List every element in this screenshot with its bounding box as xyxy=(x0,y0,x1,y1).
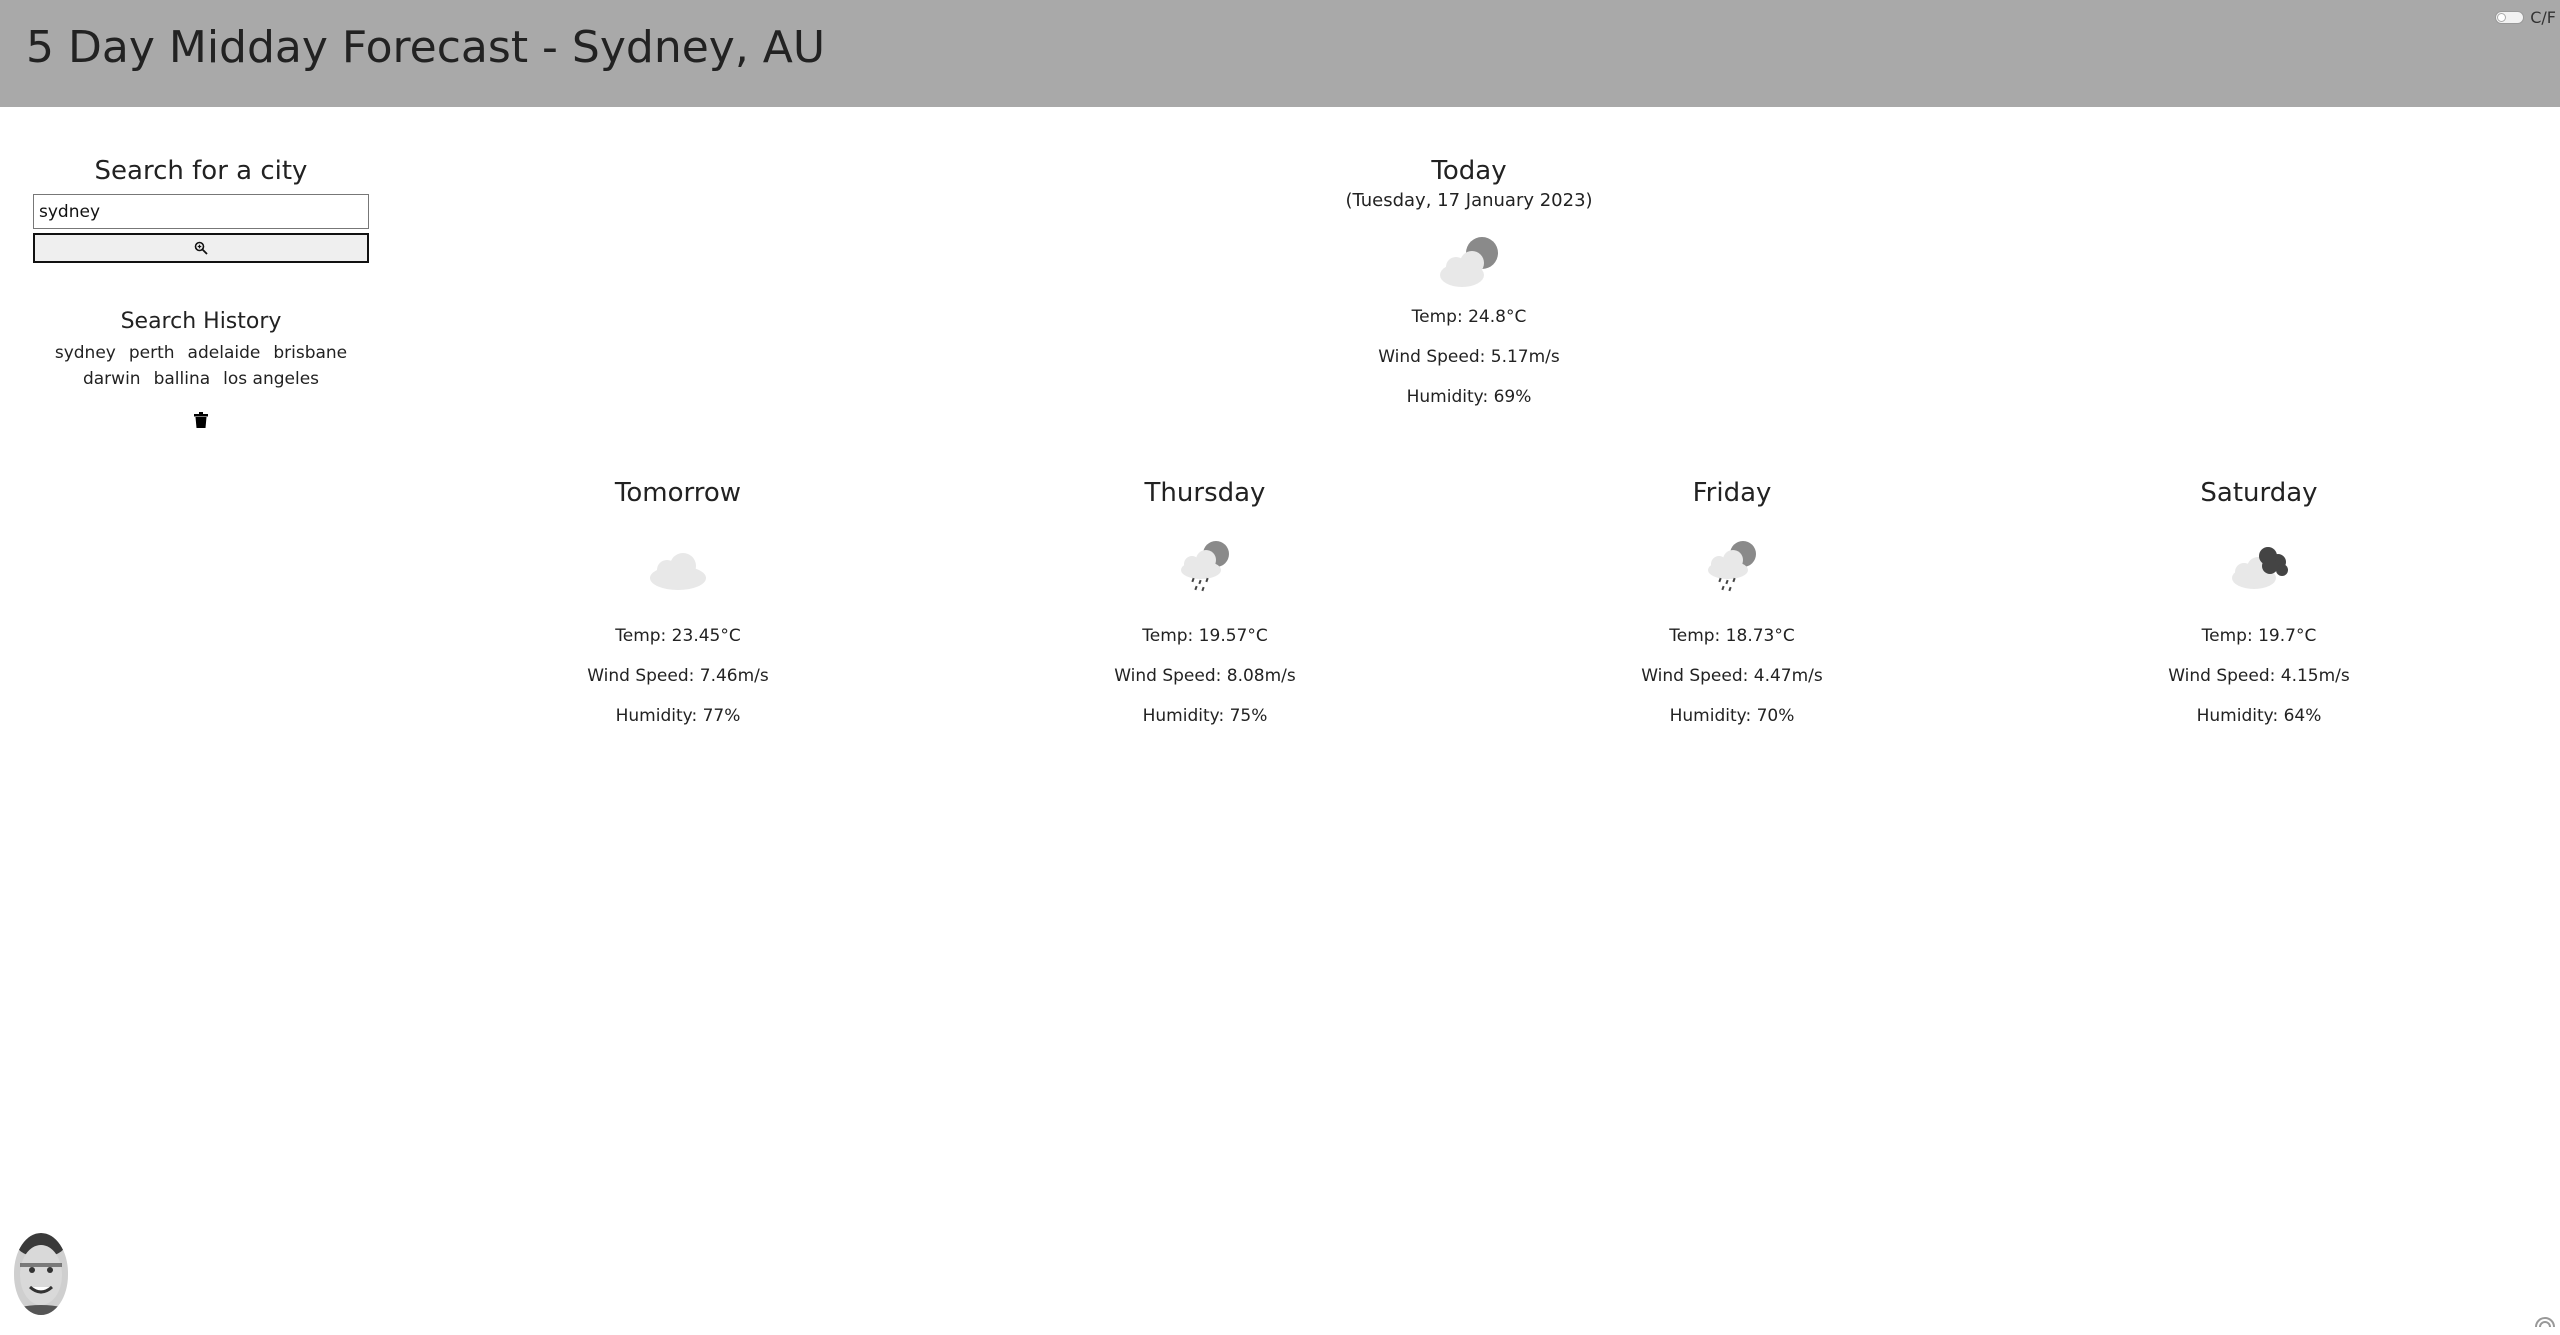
history-item-perth[interactable]: perth xyxy=(129,342,175,364)
history-item-sydney[interactable]: sydney xyxy=(55,342,116,364)
unit-toggle[interactable]: C/F xyxy=(2495,8,2556,27)
cloud-icon xyxy=(641,534,715,594)
search-button[interactable] xyxy=(33,233,369,263)
forecast-temp: Temp: 18.73°C xyxy=(1669,626,1795,646)
today-date: (Tuesday, 17 January 2023) xyxy=(1345,190,1593,211)
forecast-humidity: Humidity: 64% xyxy=(2196,706,2322,726)
forecast-card-saturday: Saturday Temp: 19.7°C Wind Speed: 4.15m/… xyxy=(2079,472,2439,736)
history-item-brisbane[interactable]: brisbane xyxy=(273,342,347,364)
history-item-darwin[interactable]: darwin xyxy=(83,368,141,390)
magnifier-icon xyxy=(194,241,208,255)
page-title: 5 Day Midday Forecast - Sydney, AU xyxy=(26,22,826,73)
forecast-day-label: Tomorrow xyxy=(614,478,742,508)
forecast-card-friday: Friday Temp: 18.73°C Wind Speed: 4.47m/s… xyxy=(1552,472,1912,736)
rainbow-icon[interactable] xyxy=(2534,1312,2556,1331)
cloud-moon-rain-icon xyxy=(1168,534,1242,594)
forecast-humidity: Humidity: 70% xyxy=(1669,706,1795,726)
today-wind: Wind Speed: 5.17m/s xyxy=(1378,347,1560,367)
avatar[interactable] xyxy=(14,1233,68,1315)
unit-toggle-switch[interactable] xyxy=(2495,11,2525,24)
forecast-wind: Wind Speed: 7.46m/s xyxy=(587,666,769,686)
forecast-temp: Temp: 23.45°C xyxy=(615,626,741,646)
history-item-adelaide[interactable]: adelaide xyxy=(188,342,261,364)
today-temp: Temp: 24.8°C xyxy=(1411,307,1527,327)
toggle-knob xyxy=(2497,13,2507,22)
cloud-moon-rain-icon xyxy=(1695,534,1769,594)
search-history-list: sydney perth adelaide brisbane darwin ba… xyxy=(32,342,370,390)
today-humidity: Humidity: 69% xyxy=(1406,387,1532,407)
forecast-day-label: Friday xyxy=(1692,478,1772,508)
forecast-wind: Wind Speed: 8.08m/s xyxy=(1114,666,1296,686)
forecast-humidity: Humidity: 75% xyxy=(1142,706,1268,726)
history-heading: Search History xyxy=(120,309,282,334)
forecast-humidity: Humidity: 77% xyxy=(615,706,741,726)
forecast-card-tomorrow: Tomorrow Temp: 23.45°C Wind Speed: 7.46m… xyxy=(498,472,858,736)
forecast-day-label: Thursday xyxy=(1144,478,1266,508)
forecast-card-thursday: Thursday Temp: 19.57°C Wind Speed: 8.08m… xyxy=(1025,472,1385,736)
search-heading: Search for a city xyxy=(94,156,308,186)
forecast-temp: Temp: 19.7°C xyxy=(2201,626,2317,646)
today-card: Today (Tuesday, 17 January 2023) Temp: 2… xyxy=(1269,150,1669,417)
forecast-temp: Temp: 19.57°C xyxy=(1142,626,1268,646)
today-label: Today xyxy=(1431,156,1507,186)
forecast-day-label: Saturday xyxy=(2200,478,2318,508)
clear-history-button[interactable] xyxy=(189,408,213,432)
trash-icon xyxy=(194,412,208,428)
city-search-input[interactable] xyxy=(33,194,369,229)
search-sidebar: Search for a city Search History sydney … xyxy=(32,150,370,432)
unit-toggle-label: C/F xyxy=(2530,8,2556,27)
broken-clouds-icon xyxy=(2222,534,2296,594)
forecast-wind: Wind Speed: 4.47m/s xyxy=(1641,666,1823,686)
history-item-los-angeles[interactable]: los angeles xyxy=(223,368,319,390)
history-item-ballina[interactable]: ballina xyxy=(154,368,211,390)
cloud-moon-icon xyxy=(1432,231,1506,291)
header-bar: 5 Day Midday Forecast - Sydney, AU C/F xyxy=(0,0,2560,107)
forecast-wind: Wind Speed: 4.15m/s xyxy=(2168,666,2350,686)
